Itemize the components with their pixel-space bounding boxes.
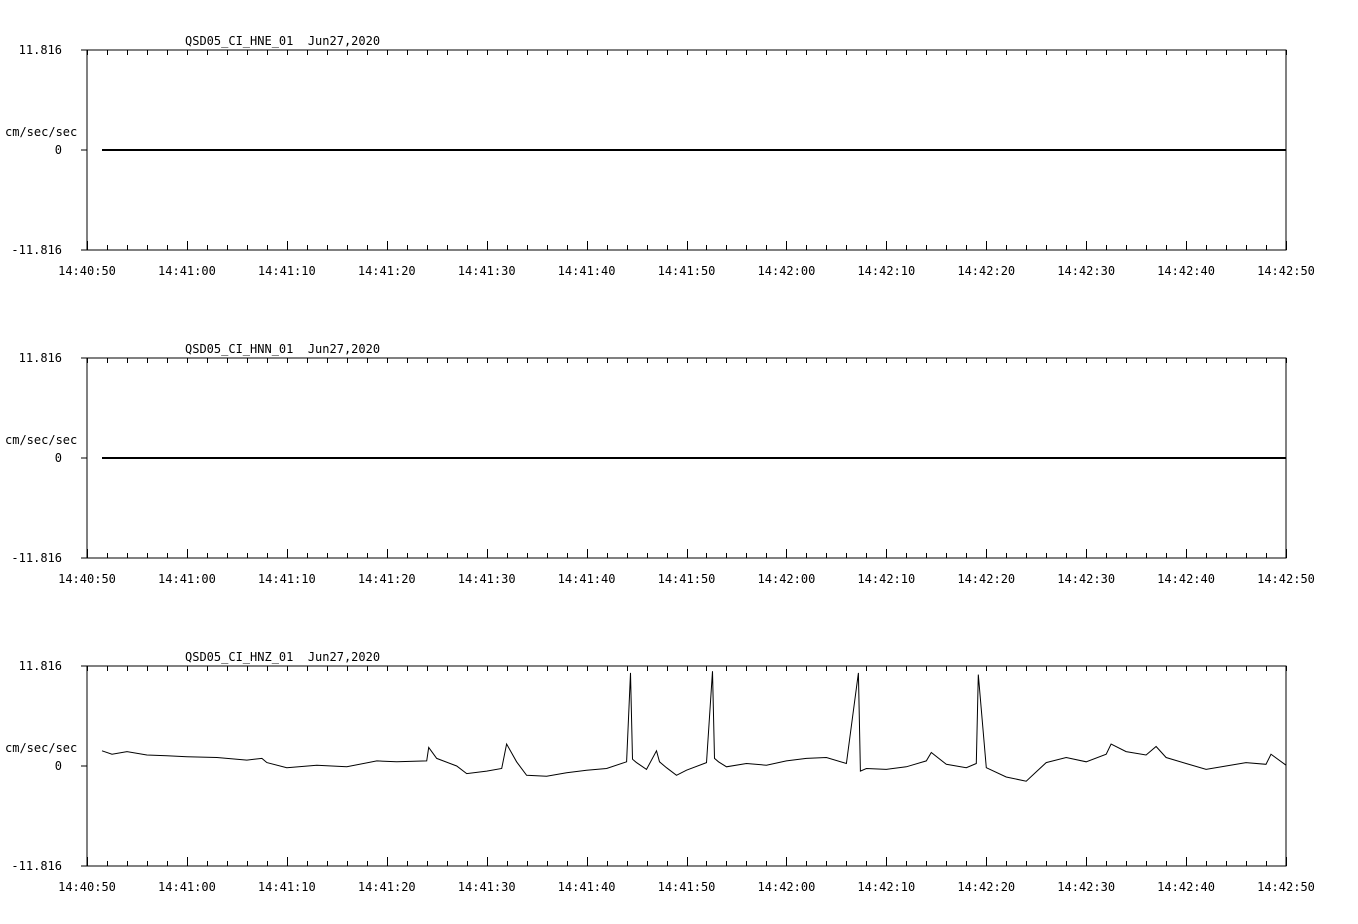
- x-tick-label: 14:42:10: [857, 572, 915, 586]
- x-tick-label: 14:42:40: [1157, 264, 1215, 278]
- panel-title: QSD05_CI_HNN_01 Jun27,2020: [185, 342, 380, 356]
- y-tick-label: 11.816: [19, 43, 62, 57]
- y-tick-label: -11.816: [11, 551, 62, 565]
- y-tick-label: 11.816: [19, 351, 62, 365]
- seismogram-panel: QSD05_CI_HNZ_01 Jun27,2020 11.816 0 -11.816…: [5, 650, 1315, 894]
- x-tick-label: 14:42:30: [1057, 880, 1115, 894]
- x-tick-label: 14:40:50: [58, 264, 116, 278]
- x-tick-label: 14:41:40: [558, 880, 616, 894]
- y-tick-label: 11.816: [19, 659, 62, 673]
- x-tick-label: 14:41:10: [258, 264, 316, 278]
- x-tick-label: 14:42:40: [1157, 572, 1215, 586]
- x-tick-label: 14:41:20: [358, 264, 416, 278]
- x-tick-label: 14:41:30: [458, 880, 516, 894]
- x-tick-label: 14:42:00: [758, 264, 816, 278]
- seismogram-panel: QSD05_CI_HNN_01 Jun27,2020 11.816 0 -11.816…: [5, 342, 1315, 586]
- x-tick-label: 14:42:00: [758, 880, 816, 894]
- y-tick-label: -11.816: [11, 243, 62, 257]
- y-axis-label: cm/sec/sec: [5, 125, 77, 139]
- x-tick-label: 14:42:40: [1157, 880, 1215, 894]
- x-tick-label: 14:41:30: [458, 572, 516, 586]
- x-tick-label: 14:41:50: [658, 264, 716, 278]
- x-tick-label: 14:42:50: [1257, 264, 1315, 278]
- seismic-trace: [101, 671, 1287, 782]
- y-axis-label: cm/sec/sec: [5, 741, 77, 755]
- x-tick-label: 14:40:50: [58, 572, 116, 586]
- y-tick-label: 0: [55, 143, 62, 157]
- y-tick-label: 0: [55, 451, 62, 465]
- x-tick-label: 14:40:50: [58, 880, 116, 894]
- x-tick-label: 14:42:10: [857, 880, 915, 894]
- x-tick-label: 14:42:10: [857, 264, 915, 278]
- x-tick-label: 14:41:40: [558, 572, 616, 586]
- y-tick-label: -11.816: [11, 859, 62, 873]
- x-tick-label: 14:42:00: [758, 572, 816, 586]
- seismogram-figure: QSD05_CI_HNE_01 Jun27,2020 11.816 0 -11.816…: [5, 34, 1315, 894]
- y-axis-label: cm/sec/sec: [5, 433, 77, 447]
- x-tick-label: 14:42:20: [957, 572, 1015, 586]
- x-tick-label: 14:41:10: [258, 880, 316, 894]
- x-tick-label: 14:41:50: [658, 880, 716, 894]
- x-tick-label: 14:41:00: [158, 572, 216, 586]
- x-tick-label: 14:41:10: [258, 572, 316, 586]
- x-tick-label: 14:41:20: [358, 572, 416, 586]
- x-tick-label: 14:42:50: [1257, 880, 1315, 894]
- panel-title: QSD05_CI_HNZ_01 Jun27,2020: [185, 650, 380, 664]
- x-tick-label: 14:42:30: [1057, 572, 1115, 586]
- plot-frame: [86, 665, 1287, 867]
- x-tick-label: 14:41:30: [458, 264, 516, 278]
- x-tick-label: 14:41:50: [658, 572, 716, 586]
- x-tick-label: 14:41:40: [558, 264, 616, 278]
- x-tick-label: 14:41:20: [358, 880, 416, 894]
- y-tick-label: 0: [55, 759, 62, 773]
- panel-title: QSD05_CI_HNE_01 Jun27,2020: [185, 34, 380, 48]
- x-tick-label: 14:41:00: [158, 264, 216, 278]
- x-tick-label: 14:42:20: [957, 880, 1015, 894]
- x-tick-label: 14:42:20: [957, 264, 1015, 278]
- x-tick-label: 14:42:50: [1257, 572, 1315, 586]
- seismogram-panel: QSD05_CI_HNE_01 Jun27,2020 11.816 0 -11.816…: [5, 34, 1315, 278]
- x-tick-label: 14:41:00: [158, 880, 216, 894]
- x-tick-label: 14:42:30: [1057, 264, 1115, 278]
